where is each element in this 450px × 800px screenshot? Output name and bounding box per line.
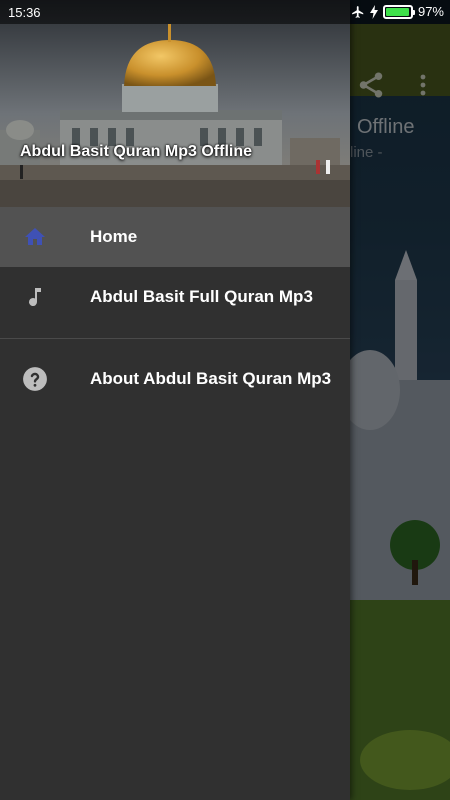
charging-icon bbox=[369, 4, 378, 19]
airplane-mode-icon bbox=[352, 5, 364, 18]
status-icons: 97% bbox=[351, 4, 444, 19]
status-time: 15:36 bbox=[8, 5, 41, 20]
menu-item-label: Home bbox=[90, 227, 138, 246]
drawer-header-title: Abdul Basit Quran Mp3 Offline bbox=[20, 143, 253, 160]
home-icon bbox=[22, 224, 48, 250]
menu-item-label: About Abdul Basit Quran Mp3 bbox=[90, 369, 332, 388]
navigation-drawer: Abdul Basit Quran Mp3 Offline Home Abdul… bbox=[0, 0, 350, 800]
battery-level-bar bbox=[385, 7, 410, 16]
menu-item-label: Abdul Basit Full Quran Mp3 bbox=[90, 287, 313, 306]
menu-item-full-quran[interactable]: Abdul Basit Full Quran Mp3 bbox=[0, 267, 350, 327]
music-note-icon bbox=[22, 284, 48, 310]
menu-divider bbox=[0, 338, 350, 339]
header-image-dome-of-the-rock bbox=[0, 0, 350, 207]
battery-icon bbox=[382, 4, 415, 19]
battery-percent: 97% bbox=[417, 4, 444, 19]
help-circle-icon bbox=[22, 366, 48, 392]
menu-item-about[interactable]: About Abdul Basit Quran Mp3 bbox=[0, 349, 350, 409]
drawer-header: Abdul Basit Quran Mp3 Offline bbox=[0, 0, 350, 207]
status-bar: 15:36 97% bbox=[0, 0, 450, 24]
menu-item-home[interactable]: Home bbox=[0, 207, 350, 267]
